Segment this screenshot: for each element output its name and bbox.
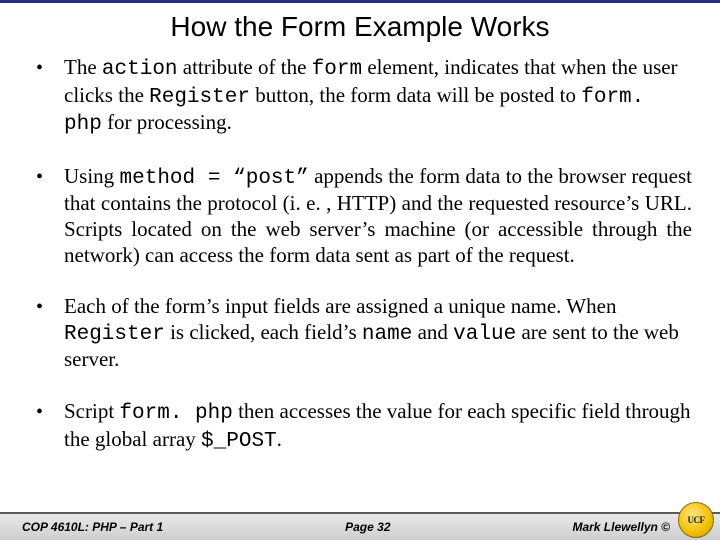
- bullet-dot-icon: •: [36, 165, 43, 189]
- slide-title: How the Form Example Works: [0, 11, 720, 43]
- footer-course: COP 4610L: PHP – Part 1: [0, 520, 163, 534]
- bullet-item: • Using method = “post” appends the form …: [30, 164, 692, 268]
- slide-body: • The action attribute of the form elemen…: [0, 55, 720, 454]
- bullet-dot-icon: •: [36, 400, 43, 424]
- bullet-item: • The action attribute of the form elemen…: [30, 55, 692, 138]
- bullet-text: Each of the form’s input fields are assi…: [64, 294, 679, 371]
- bullet-dot-icon: •: [36, 295, 43, 319]
- bullet-item: • Script form. php then accesses the valu…: [30, 399, 692, 454]
- footer-page: Page 32: [163, 520, 572, 534]
- slide: How the Form Example Works • The action a…: [0, 0, 720, 540]
- footer-bar: COP 4610L: PHP – Part 1 Page 32 Mark Lle…: [0, 512, 720, 540]
- bullet-dot-icon: •: [36, 56, 43, 80]
- bullet-text: Using method = “post” appends the form d…: [64, 164, 692, 267]
- bullet-text: Script form. php then accesses the value…: [64, 399, 691, 451]
- bullet-item: • Each of the form’s input fields are ass…: [30, 294, 692, 373]
- bullet-list: • The action attribute of the form elemen…: [30, 55, 692, 454]
- ucf-logo-icon: UCF: [678, 502, 716, 540]
- bullet-text: The action attribute of the form element…: [64, 55, 678, 134]
